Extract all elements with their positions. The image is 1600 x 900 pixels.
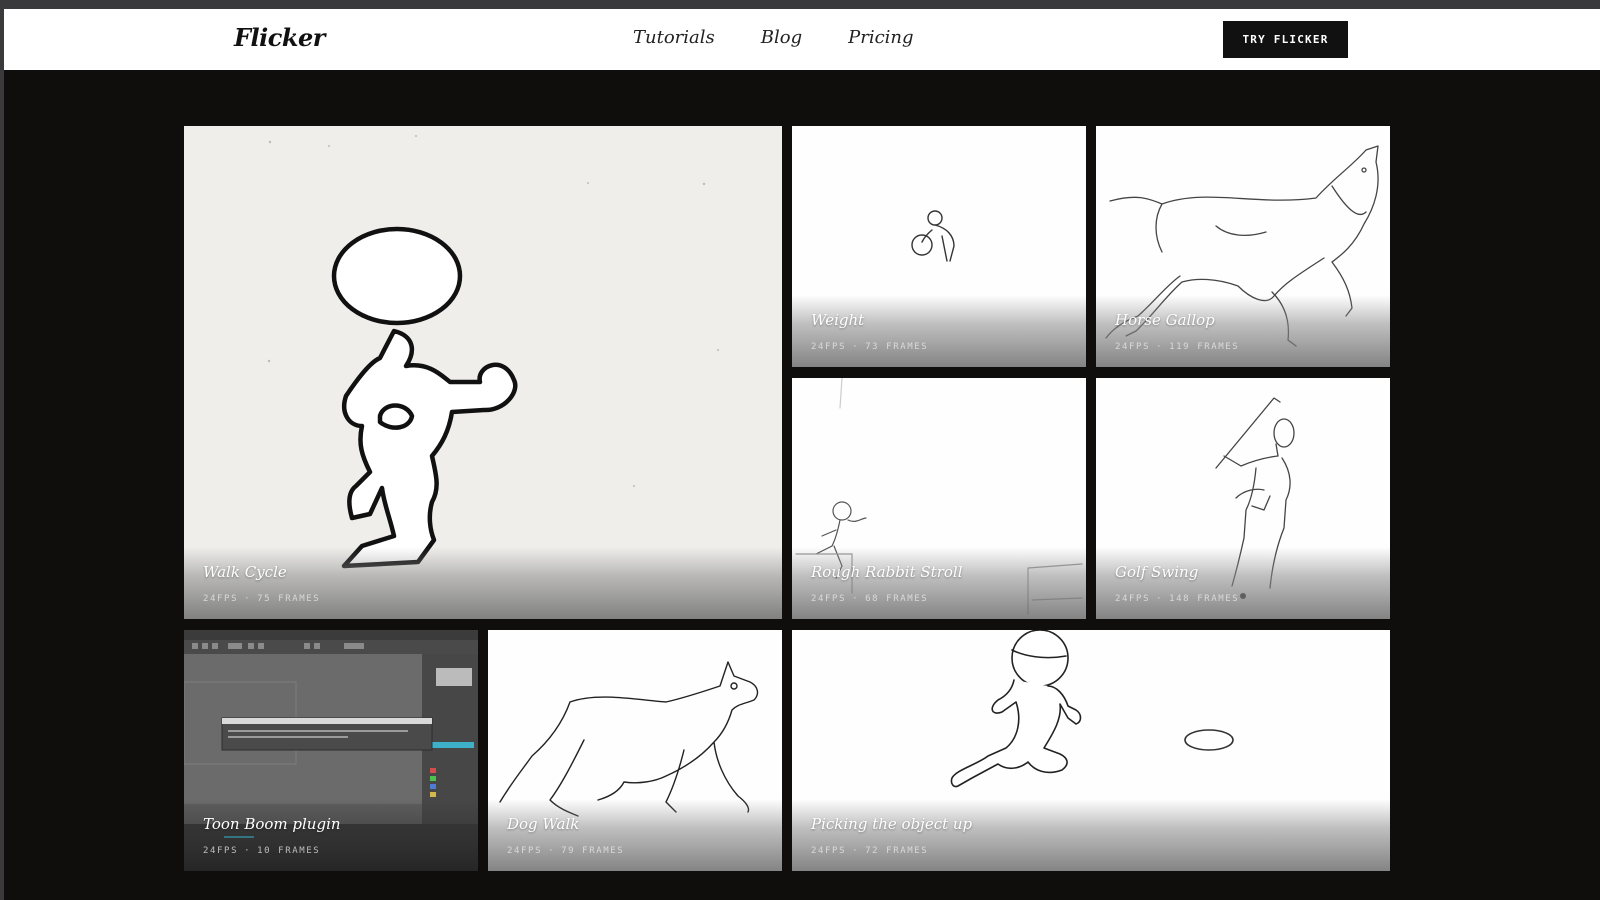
gallery-card-horse-gallop[interactable]: Horse Gallop 24FPS · 119 FRAMES xyxy=(1096,126,1390,367)
app-window: Flicker Tutorials Blog Pricing TRY FLICK… xyxy=(4,9,1600,900)
card-frame-count: 72 FRAMES xyxy=(865,846,929,856)
card-caption-overlay xyxy=(792,295,1086,367)
card-fps: 24FPS xyxy=(811,594,847,604)
card-fps: 24FPS xyxy=(1115,342,1151,352)
card-fps: 24FPS xyxy=(811,846,847,856)
card-frame-count: 79 FRAMES xyxy=(561,846,625,856)
card-caption-overlay xyxy=(1096,295,1390,367)
card-fps: 24FPS xyxy=(1115,594,1151,604)
card-caption-overlay xyxy=(792,799,1390,871)
card-title: Picking the object up xyxy=(811,815,973,833)
card-frame-count: 148 FRAMES xyxy=(1169,594,1240,604)
card-fps: 24FPS xyxy=(811,342,847,352)
card-caption-overlay xyxy=(184,547,782,619)
try-flicker-button[interactable]: TRY FLICKER xyxy=(1223,21,1348,58)
card-title: Golf Swing xyxy=(1115,563,1199,581)
card-meta: 24FPS · 79 FRAMES xyxy=(507,846,625,856)
card-title: Walk Cycle xyxy=(203,563,287,581)
card-fps: 24FPS xyxy=(203,846,239,856)
top-navbar: Flicker Tutorials Blog Pricing TRY FLICK… xyxy=(4,9,1600,70)
nav-link-pricing[interactable]: Pricing xyxy=(848,27,913,48)
card-meta: 24FPS · 75 FRAMES xyxy=(203,594,321,604)
card-frame-count: 75 FRAMES xyxy=(257,594,321,604)
main-nav: Tutorials Blog Pricing xyxy=(633,27,960,48)
card-meta: 24FPS · 10 FRAMES xyxy=(203,846,321,856)
card-meta: 24FPS · 72 FRAMES xyxy=(811,846,929,856)
card-frame-count: 73 FRAMES xyxy=(865,342,929,352)
gallery-card-dog-walk[interactable]: Dog Walk 24FPS · 79 FRAMES xyxy=(488,630,782,871)
card-caption-overlay xyxy=(488,799,782,871)
card-title: Weight xyxy=(811,311,865,329)
brand-logo[interactable]: Flicker xyxy=(234,23,325,52)
gallery-card-rough-rabbit-stroll[interactable]: Rough Rabbit Stroll 24FPS · 68 FRAMES xyxy=(792,378,1086,619)
card-title: Horse Gallop xyxy=(1115,311,1215,329)
nav-link-tutorials[interactable]: Tutorials xyxy=(633,27,715,48)
card-meta: 24FPS · 68 FRAMES xyxy=(811,594,929,604)
card-fps: 24FPS xyxy=(203,594,239,604)
card-meta: 24FPS · 73 FRAMES xyxy=(811,342,929,352)
card-caption-overlay xyxy=(184,799,478,871)
card-frame-count: 68 FRAMES xyxy=(865,594,929,604)
card-fps: 24FPS xyxy=(507,846,543,856)
card-meta: 24FPS · 148 FRAMES xyxy=(1115,594,1240,604)
card-frame-count: 10 FRAMES xyxy=(257,846,321,856)
card-title: Rough Rabbit Stroll xyxy=(811,563,963,581)
card-frame-count: 119 FRAMES xyxy=(1169,342,1240,352)
card-caption-overlay xyxy=(1096,547,1390,619)
gallery-card-toon-boom-plugin[interactable]: Toon Boom plugin 24FPS · 10 FRAMES xyxy=(184,630,478,871)
gallery-card-walk-cycle[interactable]: Walk Cycle 24FPS · 75 FRAMES xyxy=(184,126,782,619)
gallery-card-weight[interactable]: Weight 24FPS · 73 FRAMES xyxy=(792,126,1086,367)
card-title: Toon Boom plugin xyxy=(203,815,341,833)
nav-link-blog[interactable]: Blog xyxy=(761,27,802,48)
card-meta: 24FPS · 119 FRAMES xyxy=(1115,342,1240,352)
gallery-card-picking-the-object-up[interactable]: Picking the object up 24FPS · 72 FRAMES xyxy=(792,630,1390,871)
card-caption-overlay xyxy=(792,547,1086,619)
gallery-card-golf-swing[interactable]: Golf Swing 24FPS · 148 FRAMES xyxy=(1096,378,1390,619)
card-title: Dog Walk xyxy=(507,815,580,833)
walk-cycle-thumbnail xyxy=(184,126,782,619)
